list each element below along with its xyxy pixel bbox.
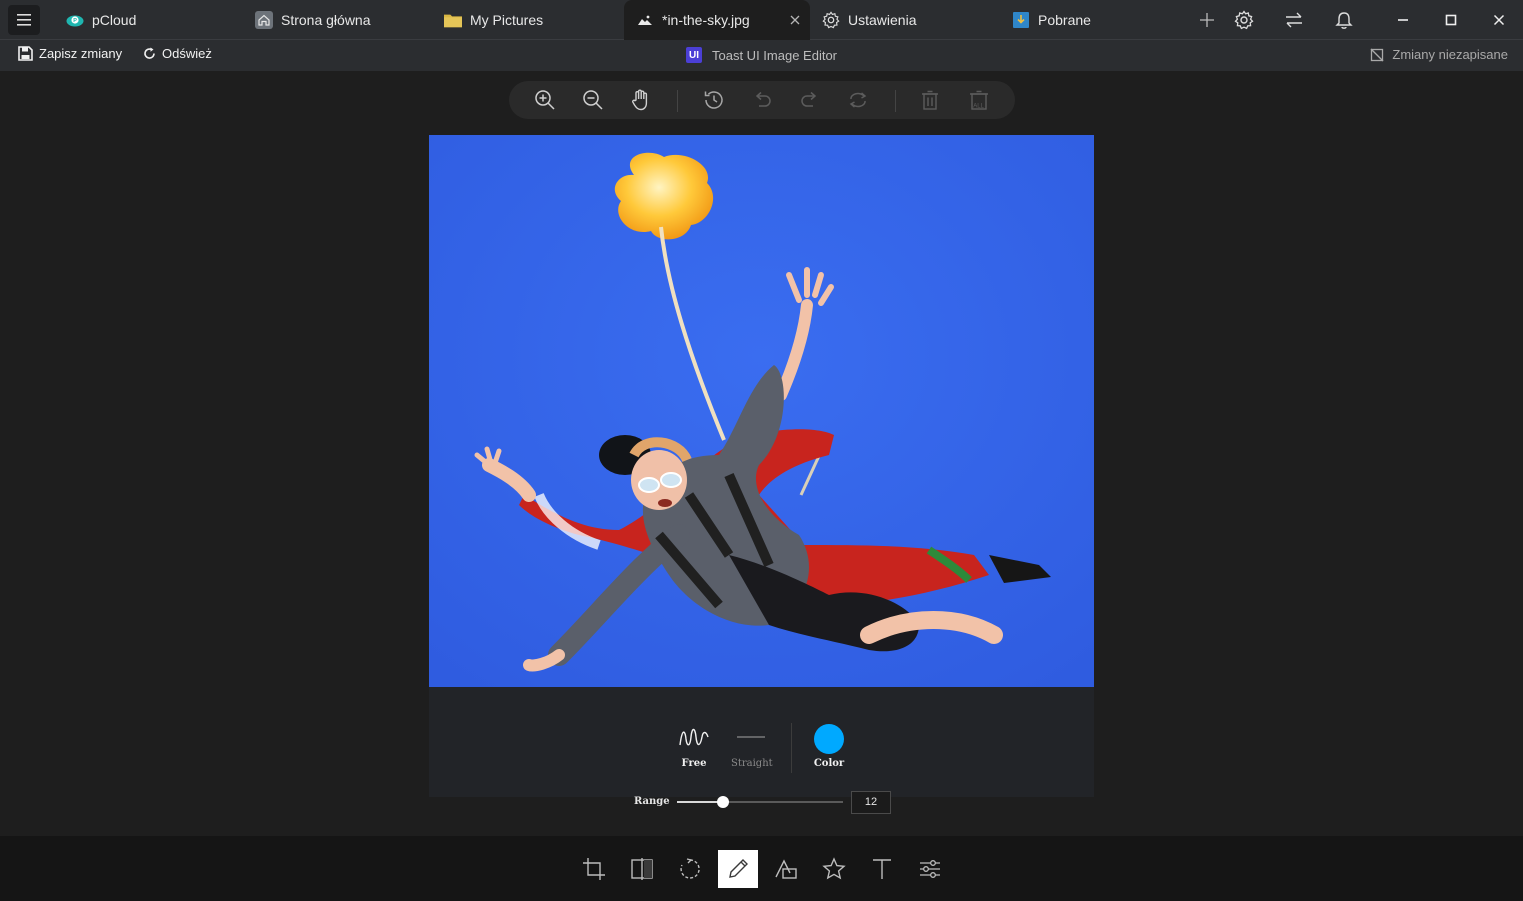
editor-main-menu <box>0 836 1523 901</box>
free-line-icon <box>679 728 709 746</box>
color-swatch[interactable] <box>814 724 844 754</box>
minimize-icon <box>1398 19 1408 21</box>
close-window-button[interactable] <box>1487 8 1511 32</box>
straight-line-icon <box>737 736 765 738</box>
draw-submenu: Free Straight Color <box>429 687 1094 797</box>
zoom-in-icon[interactable] <box>533 88 557 112</box>
tab-my-pictures[interactable]: My Pictures <box>444 0 543 40</box>
close-tab-icon[interactable] <box>788 13 802 27</box>
tab-label: pCloud <box>92 12 137 28</box>
gear-icon <box>1234 10 1254 30</box>
unsaved-file-icon <box>1370 48 1384 61</box>
free-draw-option[interactable]: Free <box>677 725 711 769</box>
pcloud-icon: P <box>66 11 84 29</box>
undo-icon[interactable] <box>750 88 774 112</box>
maximize-button[interactable] <box>1439 8 1463 32</box>
color-picker[interactable]: Color <box>811 724 847 769</box>
tab-label: *in-the-sky.jpg <box>662 12 750 28</box>
refresh-label: Odśwież <box>162 46 212 61</box>
refresh-icon <box>144 47 155 59</box>
refresh-button[interactable]: Odśwież <box>143 46 212 61</box>
tab-label: Pobrane <box>1038 12 1091 28</box>
unsaved-status-text: Zmiany niezapisane <box>1392 47 1508 62</box>
pencil-icon <box>729 859 748 878</box>
crop-icon <box>583 858 605 880</box>
download-folder-icon <box>1012 11 1030 29</box>
shape-icon <box>775 859 797 879</box>
editor-header-toolbar: ALL <box>509 81 1015 119</box>
app-toolbar: Zapisz zmiany Odśwież UI Toast UI Image … <box>0 40 1523 71</box>
straight-line-option[interactable]: Straight <box>731 725 773 769</box>
skydiving-photo <box>429 135 1094 687</box>
hamburger-menu-button[interactable] <box>8 5 40 35</box>
tab-settings[interactable]: Ustawienia <box>822 0 916 40</box>
settings-button[interactable] <box>1232 8 1256 32</box>
text-icon <box>873 859 891 879</box>
range-control: Range 12 <box>634 791 894 814</box>
save-changes-label: Zapisz zmiany <box>39 46 123 61</box>
toolbar-divider <box>895 90 896 112</box>
hand-pan-icon[interactable] <box>629 88 653 112</box>
transfers-button[interactable] <box>1282 8 1306 32</box>
redo-icon[interactable] <box>798 88 822 112</box>
filter-button[interactable] <box>910 850 950 888</box>
notifications-button[interactable] <box>1332 8 1356 32</box>
rotate-button[interactable] <box>670 850 710 888</box>
color-label: Color <box>813 758 845 769</box>
toast-ui-logo: UI <box>686 47 702 63</box>
tab-image-file[interactable]: *in-the-sky.jpg <box>624 0 810 40</box>
flip-icon <box>631 858 653 880</box>
text-button[interactable] <box>862 850 902 888</box>
tab-label: Ustawienia <box>848 12 917 28</box>
rotate-icon <box>680 858 700 879</box>
free-draw-label: Free <box>681 758 707 769</box>
range-slider-handle[interactable] <box>717 796 729 808</box>
plus-icon <box>1200 13 1214 27</box>
crop-button[interactable] <box>574 850 614 888</box>
floppy-disk-icon <box>18 46 33 61</box>
tab-label: Strona główna <box>281 12 371 28</box>
delete-all-icon[interactable]: ALL <box>967 88 991 112</box>
app-title-text: Toast UI Image Editor <box>712 47 837 63</box>
image-canvas[interactable] <box>429 135 1094 687</box>
range-slider[interactable] <box>677 796 843 808</box>
flip-button[interactable] <box>622 850 662 888</box>
bell-icon <box>1335 11 1353 29</box>
tab-home[interactable]: Strona główna <box>255 0 371 40</box>
filter-sliders-icon <box>920 860 940 878</box>
range-label: Range <box>634 796 670 807</box>
toolbar-divider <box>677 90 678 112</box>
save-changes-button[interactable]: Zapisz zmiany <box>18 46 122 61</box>
tab-downloads[interactable]: Pobrane <box>1012 0 1091 40</box>
star-icon <box>822 857 846 880</box>
zoom-out-icon[interactable] <box>581 88 605 112</box>
minimize-button[interactable] <box>1391 8 1415 32</box>
image-editor: ALL Free Straight Color Range 12 <box>0 71 1523 836</box>
image-icon <box>636 11 654 29</box>
tab-label: My Pictures <box>470 12 544 28</box>
svg-text:P: P <box>73 18 77 24</box>
maximize-icon <box>1445 14 1457 26</box>
submenu-divider <box>791 723 792 773</box>
range-value-input[interactable]: 12 <box>851 791 891 814</box>
close-icon <box>1493 14 1505 26</box>
icon-button[interactable] <box>814 850 854 888</box>
swap-arrows-icon <box>1286 12 1302 28</box>
reset-icon[interactable] <box>846 88 870 112</box>
hamburger-icon <box>17 14 31 26</box>
folder-icon <box>444 11 462 29</box>
tab-pcloud[interactable]: P pCloud <box>66 0 136 40</box>
home-icon <box>255 11 273 29</box>
tab-bar: P pCloud Strona główna My Pictures *in-t… <box>0 0 1523 40</box>
draw-button[interactable] <box>718 850 758 888</box>
svg-text:ALL: ALL <box>973 103 984 109</box>
shape-button[interactable] <box>766 850 806 888</box>
delete-icon[interactable] <box>918 88 942 112</box>
straight-line-label: Straight <box>731 758 773 769</box>
app-title: UI Toast UI Image Editor <box>686 47 837 63</box>
gear-icon <box>822 11 840 29</box>
unsaved-status: Zmiany niezapisane <box>1370 47 1508 62</box>
new-tab-button[interactable] <box>1195 8 1219 32</box>
history-icon[interactable] <box>702 88 726 112</box>
